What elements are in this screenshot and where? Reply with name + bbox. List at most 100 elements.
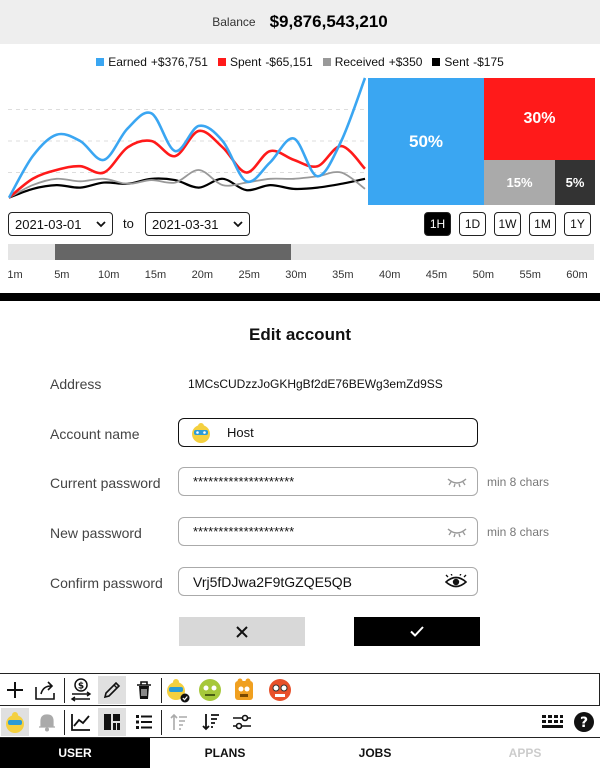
notifications-button[interactable] [33,708,61,736]
timeline-tick: 40m [378,269,401,281]
treemap-cell-sent[interactable]: 5% [555,160,595,205]
avatar-orange-icon [235,678,253,700]
balance-label: Balance [212,15,256,29]
treemap-cell-spent[interactable]: 30% [484,78,595,160]
form-title: Edit account [248,325,351,344]
legend-item-received[interactable]: Received +$350 [322,53,423,71]
legend-swatch [217,58,226,66]
delete-button[interactable] [130,676,158,704]
sort-asc-button[interactable] [165,708,193,736]
new-password-field[interactable]: ******************** [178,517,478,546]
series-line-sent [8,177,366,199]
address-value: 1MCsCUDzzJoGKHgBf2dE76BEWg3emZd9SS [188,377,443,391]
filter-icon [233,714,251,730]
confirm-password-field[interactable]: Vrj5fDJwa2F9tGZQE5QB [178,567,478,596]
add-button[interactable] [1,676,29,704]
range-button-1y[interactable]: 1Y [564,212,591,236]
treemap-label: 5% [565,175,585,190]
range-button-1m[interactable]: 1M [529,212,556,236]
treemap-label: 15% [506,175,533,190]
keyboard-button[interactable] [538,708,566,736]
edit-button[interactable] [98,676,126,704]
timeline-slider[interactable] [8,244,594,260]
account-avatar-1[interactable] [163,676,191,704]
account-name-field[interactable]: Host [178,418,478,447]
tab-jobs[interactable]: JOBS [300,738,450,768]
tab-apps: APPS [508,746,542,760]
address-label: Address [50,376,102,392]
date-to-label: to [123,216,134,231]
toolbar-separator [161,678,162,703]
new-password-hint: min 8 chars [487,525,550,539]
toolbar-separator [161,710,162,735]
avatar-icon [192,422,210,443]
transfer-button[interactable]: $ [67,676,95,704]
timeline-tick: 55m [519,269,541,281]
legend-label: Spent [229,55,262,69]
tab-user[interactable]: USER [0,738,150,768]
account-avatar-2[interactable] [196,676,224,704]
range-button-1w[interactable]: 1W [494,212,521,236]
account-avatar-4[interactable] [266,676,294,704]
avatar-selected-icon [167,679,190,703]
legend-item-sent[interactable]: Sent -$175 [432,53,504,71]
treemap-cell-earned[interactable]: 50% [368,78,484,205]
timeline-tick: 50m [472,269,495,281]
chevron-down-icon [233,220,243,227]
sort-desc-icon [202,714,219,731]
tab-plans[interactable]: PLANS [150,738,300,768]
legend-item-spent[interactable]: Spent -$65,151 [217,53,313,71]
avatar-green-icon [199,679,221,701]
date-from-select[interactable]: 2021-03-01 [8,212,113,236]
close-icon [236,625,248,638]
user-avatar-button[interactable] [1,708,29,736]
range-button-1h[interactable]: 1H [424,212,451,236]
treemap-chart: 50% 30% 15% 5% [368,78,595,205]
chart-legend: Earned +$376,751 Spent -$65,151 Received… [0,53,600,71]
balance-bar: Balance $9,876,543,210 [0,0,600,44]
legend-swatch [322,58,331,66]
legend-item-earned[interactable]: Earned +$376,751 [96,53,208,71]
edit-icon [103,681,121,699]
avatar-icon [6,712,24,733]
new-password-label: New password [50,525,142,541]
legend-value: -$175 [473,55,504,69]
account-avatar-3[interactable] [230,676,258,704]
list-view-button[interactable] [130,708,158,736]
treemap-button[interactable] [98,708,126,736]
timeline-tick: 45m [425,269,448,281]
range-button-1d[interactable]: 1D [459,212,486,236]
action-toolbar: $ [0,673,600,706]
treemap-label: 50% [408,131,444,151]
help-button[interactable]: ? [570,708,598,736]
legend-value: +$350 [388,55,423,69]
balance-value: $9,876,543,210 [269,12,388,31]
account-name-label: Account name [50,426,140,442]
line-chart [8,77,366,199]
new-password-value: ******************** [193,524,295,539]
eye-closed-icon[interactable] [447,476,467,488]
sort-desc-button[interactable] [197,708,225,736]
treemap-cell-received[interactable]: 15% [484,160,555,205]
filter-button[interactable] [228,708,256,736]
current-password-label: Current password [50,475,161,491]
add-icon [7,682,23,698]
timeline-selection[interactable] [55,244,291,260]
export-icon [35,681,55,700]
line-chart-button[interactable] [67,708,95,736]
eye-closed-icon[interactable] [447,526,467,538]
timeline-tick: 20m [191,269,214,281]
eye-open-icon[interactable] [445,573,467,590]
legend-value: -$65,151 [265,55,313,69]
confirm-button[interactable] [354,617,480,646]
timeline-tick: 5m [54,269,70,281]
timeline-tick: 10m [97,269,120,281]
toolbar-separator [64,678,65,703]
current-password-field[interactable]: ******************** [178,467,478,496]
timeline-tick: 35m [332,269,354,281]
export-button[interactable] [32,676,60,704]
toolbar-separator [64,710,65,735]
cancel-button[interactable] [179,617,305,646]
date-to-select[interactable]: 2021-03-31 [145,212,250,236]
section-divider [0,293,600,301]
